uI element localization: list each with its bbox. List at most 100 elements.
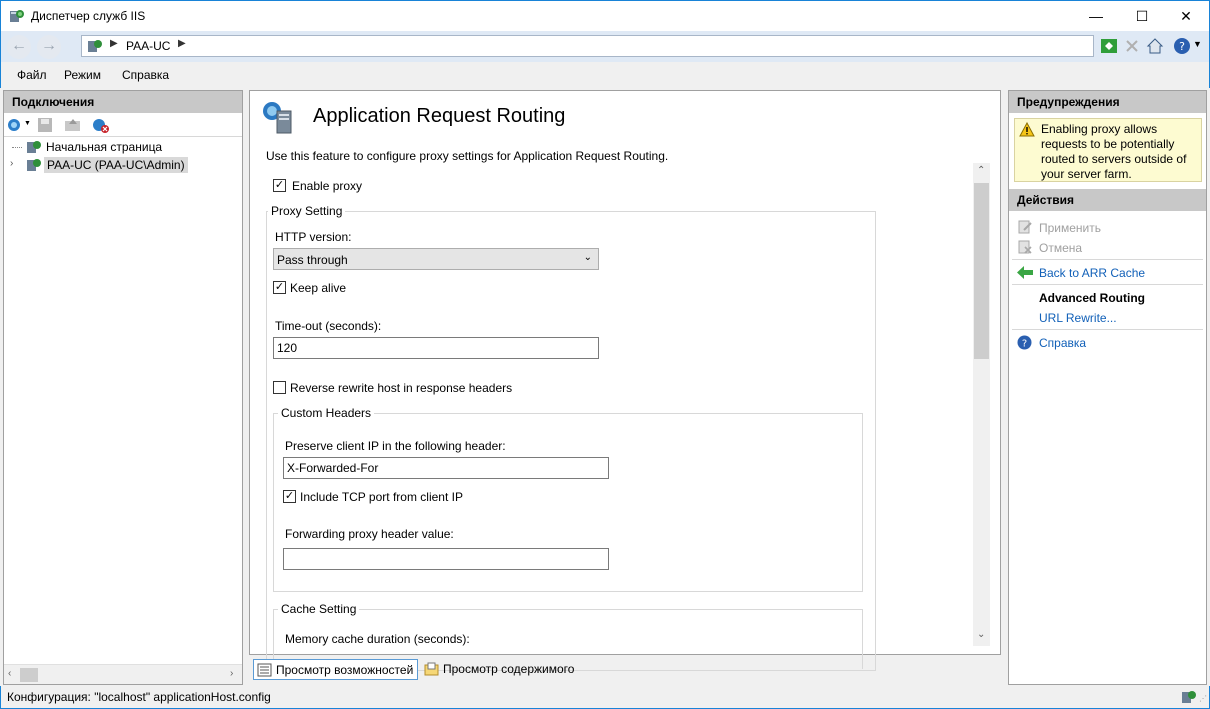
help-action[interactable]: ? Справка (1015, 335, 1087, 350)
actions-header: Действия (1009, 189, 1206, 211)
forward-nav-button[interactable]: → (37, 35, 61, 59)
breadcrumb-separator-icon: ▶ (110, 38, 118, 49)
tree-line (12, 147, 22, 148)
apply-label: Применить (1039, 221, 1102, 235)
preserve-ip-input[interactable]: X-Forwarded-For (283, 457, 609, 479)
back-to-arr-cache-label: Back to ARR Cache (1039, 266, 1146, 280)
alerts-header: Предупреждения (1009, 91, 1206, 113)
back-nav-button[interactable]: ← (7, 35, 31, 59)
tab-content-label: Просмотр содержимого (443, 662, 575, 676)
http-version-select[interactable]: Pass through ⌄ (273, 248, 599, 270)
view-tabs: Просмотр возможностей Просмотр содержимо… (249, 657, 1001, 683)
alert-box: Enabling proxy allows requests to be pot… (1014, 118, 1202, 182)
expand-chevron-icon[interactable]: › (10, 158, 13, 169)
server-icon (27, 159, 41, 171)
iis-manager-icon (10, 10, 24, 22)
cache-setting-legend: Cache Setting (278, 602, 360, 616)
enable-proxy-checkbox[interactable]: ✓ (273, 179, 286, 192)
home-icon[interactable] (1146, 37, 1164, 55)
warning-icon (1019, 122, 1035, 137)
apply-action[interactable]: Применить (1015, 220, 1102, 235)
close-button[interactable]: ✕ (1163, 1, 1209, 31)
navigation-bar: ← → ▶ PAA-UC ▶ ? ▼ (0, 31, 1210, 62)
vertical-scrollbar[interactable]: ⌃ ⌄ (973, 163, 990, 646)
help-icon: ? (1017, 335, 1032, 350)
forwarding-header-input[interactable] (283, 548, 609, 570)
start-page-icon (27, 141, 41, 153)
checkmark-icon: ✓ (274, 179, 285, 191)
include-tcp-checkbox[interactable]: ✓ (283, 490, 296, 503)
scroll-up-icon[interactable]: ⌃ (977, 165, 985, 176)
connections-pane: Подключения ▼ Начальная страница › PAA-U… (3, 90, 243, 685)
url-rewrite-action[interactable]: URL Rewrite... (1015, 311, 1117, 325)
tab-features-view[interactable]: Просмотр возможностей (253, 659, 419, 680)
address-bar[interactable]: ▶ PAA-UC ▶ (81, 35, 1094, 57)
breadcrumb-server[interactable]: PAA-UC (126, 39, 170, 53)
feature-title: Application Request Routing (313, 105, 566, 127)
horizontal-scrollbar[interactable]: ‹ › (4, 664, 242, 684)
forwarding-header-label: Forwarding proxy header value: (285, 527, 454, 541)
status-text: Конфигурация: "localhost" applicationHos… (7, 690, 271, 704)
server-icon (88, 40, 102, 52)
scroll-right-icon[interactable]: › (230, 668, 233, 679)
status-bar: Конфигурация: "localhost" applicationHos… (0, 686, 1210, 709)
connect-dropdown-icon[interactable]: ▼ (24, 120, 31, 127)
server-status-icon (1182, 691, 1196, 703)
help-label: Справка (1039, 336, 1087, 350)
features-view-icon (257, 663, 272, 677)
timeout-input[interactable]: 120 (273, 337, 599, 359)
help-icon[interactable]: ? (1173, 37, 1191, 55)
keep-alive-checkbox[interactable]: ✓ (273, 281, 286, 294)
menu-bar: Файл Режим Справка (0, 62, 1210, 88)
custom-headers-legend: Custom Headers (278, 406, 375, 420)
reverse-rewrite-checkbox[interactable] (273, 381, 286, 394)
green-back-arrow-icon (1017, 266, 1033, 279)
up-folder-icon[interactable] (64, 117, 82, 133)
actions-pane: Предупреждения Enabling proxy allows req… (1008, 90, 1207, 685)
divider (1012, 284, 1203, 285)
advanced-routing-heading: Advanced Routing (1039, 291, 1146, 305)
menu-help[interactable]: Справка (122, 68, 169, 82)
scroll-left-icon[interactable]: ‹ (8, 668, 11, 679)
cancel-icon (1018, 240, 1032, 254)
menu-file[interactable]: Файл (17, 68, 47, 82)
reverse-rewrite-label: Reverse rewrite host in response headers (290, 381, 513, 395)
minimize-button[interactable]: — (1073, 1, 1119, 31)
scroll-down-icon[interactable]: ⌄ (977, 629, 985, 640)
memory-cache-label: Memory cache duration (seconds): (285, 632, 470, 646)
maximize-button[interactable]: ☐ (1119, 1, 1165, 31)
resize-grip-icon[interactable]: ⋰ (1199, 694, 1207, 703)
tree-item-server[interactable]: PAA-UC (PAA-UC\Admin) (44, 157, 188, 173)
tree-item-start-page[interactable]: Начальная страница (46, 140, 162, 154)
cancel-label: Отмена (1039, 241, 1083, 255)
http-version-label: HTTP version: (275, 230, 352, 244)
tab-features-label: Просмотр возможностей (276, 663, 414, 677)
proxy-setting-legend: Proxy Setting (268, 204, 346, 218)
connect-icon[interactable] (7, 117, 25, 133)
scroll-thumb[interactable] (20, 668, 38, 682)
breadcrumb-separator-icon: ▶ (178, 38, 186, 49)
preserve-ip-label: Preserve client IP in the following head… (285, 439, 506, 453)
enable-proxy-label: Enable proxy (292, 179, 363, 193)
feature-pane: Application Request Routing Use this fea… (249, 90, 1001, 671)
content-view-icon (424, 662, 439, 676)
scroll-thumb[interactable] (974, 183, 989, 359)
disconnect-icon[interactable] (92, 117, 110, 133)
include-tcp-label: Include TCP port from client IP (300, 490, 463, 504)
tab-content-view[interactable]: Просмотр содержимого (421, 659, 578, 680)
title-bar: Диспетчер служб IIS — ☐ ✕ (0, 0, 1210, 31)
svg-text:?: ? (1179, 40, 1185, 53)
save-icon[interactable] (37, 117, 53, 133)
stop-icon[interactable] (1123, 37, 1141, 55)
connections-toolbar: ▼ (4, 113, 242, 137)
chevron-down-icon: ⌄ (583, 252, 592, 263)
cancel-action[interactable]: Отмена (1015, 240, 1083, 255)
connections-header: Подключения (4, 91, 242, 113)
http-version-value: Pass through (277, 253, 348, 267)
refresh-icon[interactable] (1100, 37, 1118, 55)
menu-view[interactable]: Режим (64, 68, 101, 82)
apply-icon (1018, 220, 1032, 234)
help-dropdown-icon[interactable]: ▼ (1193, 39, 1202, 49)
back-to-arr-cache-action[interactable]: Back to ARR Cache (1015, 266, 1145, 280)
divider (1012, 329, 1203, 330)
